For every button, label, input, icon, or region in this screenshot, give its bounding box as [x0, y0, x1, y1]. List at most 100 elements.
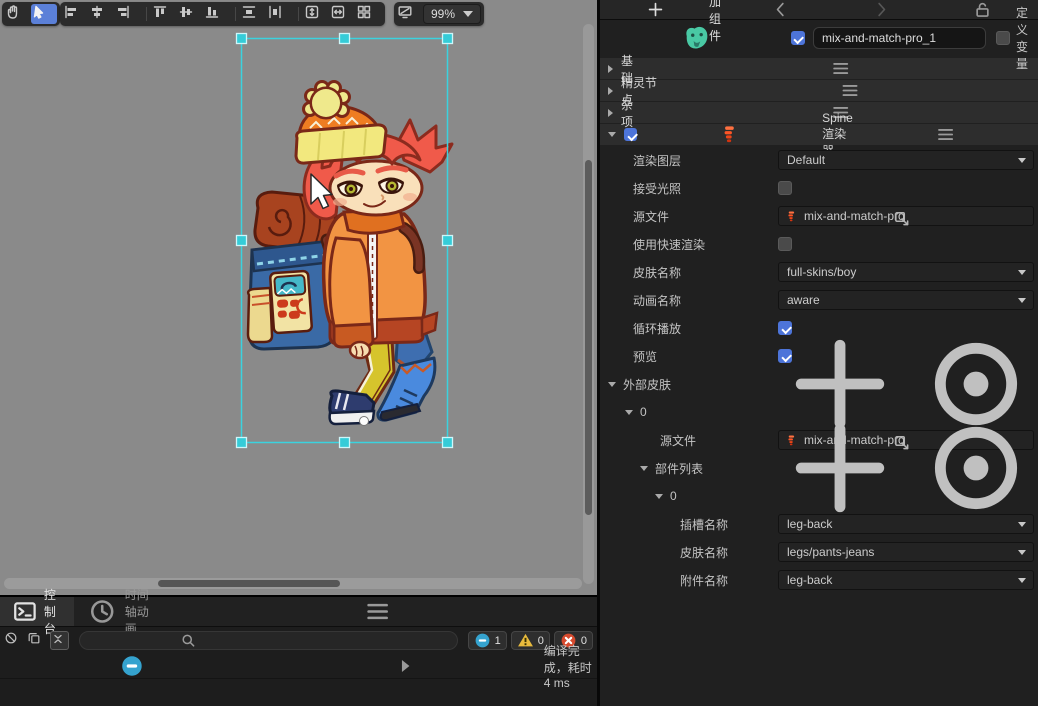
- section-misc[interactable]: 杂项: [600, 102, 1038, 123]
- collapse-log-button[interactable]: [50, 631, 69, 650]
- scene-canvas: [0, 0, 597, 595]
- chevron-right-icon: [608, 65, 613, 73]
- inspector-panel: 增加组件 定义变量 基础 精灵节点 杂项: [600, 0, 1038, 706]
- skin-name-select[interactable]: full-skins/boy: [778, 262, 1034, 282]
- source-file-field[interactable]: mix-and-match-pro: [778, 206, 1034, 226]
- distribute-vertical-icon: [241, 4, 267, 24]
- property-row: 附件名称 leg-back: [600, 566, 1038, 594]
- external-skin-item-0[interactable]: 0: [625, 405, 647, 419]
- menu-icon[interactable]: [651, 58, 1030, 79]
- part-skin-name-select[interactable]: legs/pants-jeans: [778, 542, 1034, 562]
- hand-icon: [5, 4, 31, 24]
- tab-label: 时间轴动画: [125, 586, 154, 637]
- log-entry[interactable]: 编译完成，耗时 4 ms: [0, 654, 597, 679]
- cursor-icon: [31, 4, 57, 24]
- horizontal-scrollbar[interactable]: [4, 578, 582, 589]
- animation-name-label: 动画名称: [633, 292, 681, 309]
- section-sprite-node[interactable]: 精灵节点: [600, 80, 1038, 101]
- view-group: 99%: [394, 2, 484, 26]
- history-back-button[interactable]: [733, 0, 828, 19]
- history-forward-button[interactable]: [834, 0, 929, 19]
- menu-icon[interactable]: [166, 597, 589, 626]
- align-center-vertical-icon: [89, 4, 115, 24]
- section-basic[interactable]: 基础: [600, 58, 1038, 79]
- chevron-down-icon: [1018, 158, 1026, 163]
- copy-log-button[interactable]: [27, 631, 46, 650]
- external-skins-label: 外部皮肤: [623, 376, 671, 393]
- chevron-down-icon: [640, 466, 648, 471]
- fit-width-button[interactable]: [330, 4, 356, 24]
- align-middle-button[interactable]: [178, 4, 204, 24]
- tab-console[interactable]: 控制台: [0, 597, 74, 626]
- select-tool-button[interactable]: [31, 4, 57, 24]
- chevron-down-icon: [625, 410, 633, 415]
- node-enabled-checkbox[interactable]: [791, 31, 805, 45]
- tile-button[interactable]: [356, 4, 382, 24]
- parts-list-group[interactable]: 部件列表: [640, 460, 703, 477]
- align-left-icon: [63, 4, 89, 24]
- chevron-down-icon: [608, 132, 616, 137]
- console-tabbar: 控制台 时间轴动画: [0, 597, 597, 627]
- select-value: leg-back: [787, 517, 832, 531]
- section-spine-renderer[interactable]: Spine渲染器: [600, 124, 1038, 145]
- fast-render-checkbox[interactable]: [778, 237, 792, 251]
- chevron-right-icon: [608, 87, 613, 95]
- info-count-badge[interactable]: 1: [468, 631, 507, 650]
- align-bottom-icon: [204, 4, 230, 24]
- chevron-down-icon: [1018, 578, 1026, 583]
- define-variable-checkbox[interactable]: [996, 31, 1010, 45]
- accept-lighting-checkbox[interactable]: [778, 181, 792, 195]
- copy-icon: [27, 631, 46, 650]
- fit-height-button[interactable]: [304, 4, 330, 24]
- animation-name-select[interactable]: aware: [778, 290, 1034, 310]
- vertical-scrollbar[interactable]: [583, 24, 594, 584]
- vertical-scrollbar-thumb[interactable]: [585, 160, 592, 515]
- part-item-0[interactable]: 0: [655, 489, 677, 503]
- tab-timeline-animation[interactable]: 时间轴动画: [74, 597, 165, 626]
- menu-icon[interactable]: [670, 80, 1030, 101]
- console-panel: 控制台 时间轴动画 1 0: [0, 595, 597, 706]
- warning-icon: [517, 632, 534, 649]
- hand-tool-button[interactable]: [5, 4, 31, 24]
- collapse-icon: [51, 632, 68, 649]
- search-icon: [86, 632, 291, 649]
- distribute-horizontal-button[interactable]: [267, 4, 293, 24]
- property-row: 外部皮肤: [600, 370, 1038, 398]
- spine-enabled-checkbox[interactable]: [624, 128, 637, 141]
- property-row: 插槽名称 leg-back: [600, 510, 1038, 538]
- align-center-vertical-button[interactable]: [89, 4, 115, 24]
- chevron-down-icon: [1018, 522, 1026, 527]
- loop-label: 循环播放: [633, 320, 681, 337]
- zoom-dropdown[interactable]: 99%: [423, 4, 481, 24]
- distribute-vertical-button[interactable]: [241, 4, 267, 24]
- chevron-down-icon: [655, 494, 663, 499]
- scene-view[interactable]: 99%: [0, 0, 597, 595]
- skin-name-label: 皮肤名称: [633, 264, 681, 281]
- slot-name-select[interactable]: leg-back: [778, 514, 1034, 534]
- align-right-button[interactable]: [115, 4, 141, 24]
- log-search-input[interactable]: [296, 634, 451, 648]
- attachment-name-select[interactable]: leg-back: [778, 570, 1034, 590]
- console-icon: [12, 597, 38, 626]
- node-name-input[interactable]: [813, 27, 986, 49]
- display-mode-button[interactable]: [397, 4, 423, 24]
- render-layer-select[interactable]: Default: [778, 150, 1034, 170]
- align-left-button[interactable]: [63, 4, 89, 24]
- slot-name-label: 插槽名称: [680, 516, 728, 533]
- tile-icon: [356, 4, 382, 24]
- expand-log-icon[interactable]: [271, 654, 539, 678]
- monitor-icon: [397, 4, 423, 24]
- align-bottom-button[interactable]: [204, 4, 230, 24]
- asset-picker-icon[interactable]: [775, 210, 1029, 228]
- render-layer-label: 渲染图层: [633, 152, 681, 169]
- select-value: leg-back: [787, 573, 832, 587]
- clear-log-button[interactable]: [4, 631, 23, 650]
- align-top-button[interactable]: [152, 4, 178, 24]
- property-row: 使用快速渲染: [600, 230, 1038, 258]
- property-row: 皮肤名称 legs/pants-jeans: [600, 538, 1038, 566]
- external-skins-group[interactable]: 外部皮肤: [608, 376, 671, 393]
- horizontal-scrollbar-thumb[interactable]: [158, 580, 340, 587]
- menu-icon[interactable]: [861, 124, 1030, 145]
- align-right-icon: [115, 4, 141, 24]
- character-sprite[interactable]: [248, 82, 452, 425]
